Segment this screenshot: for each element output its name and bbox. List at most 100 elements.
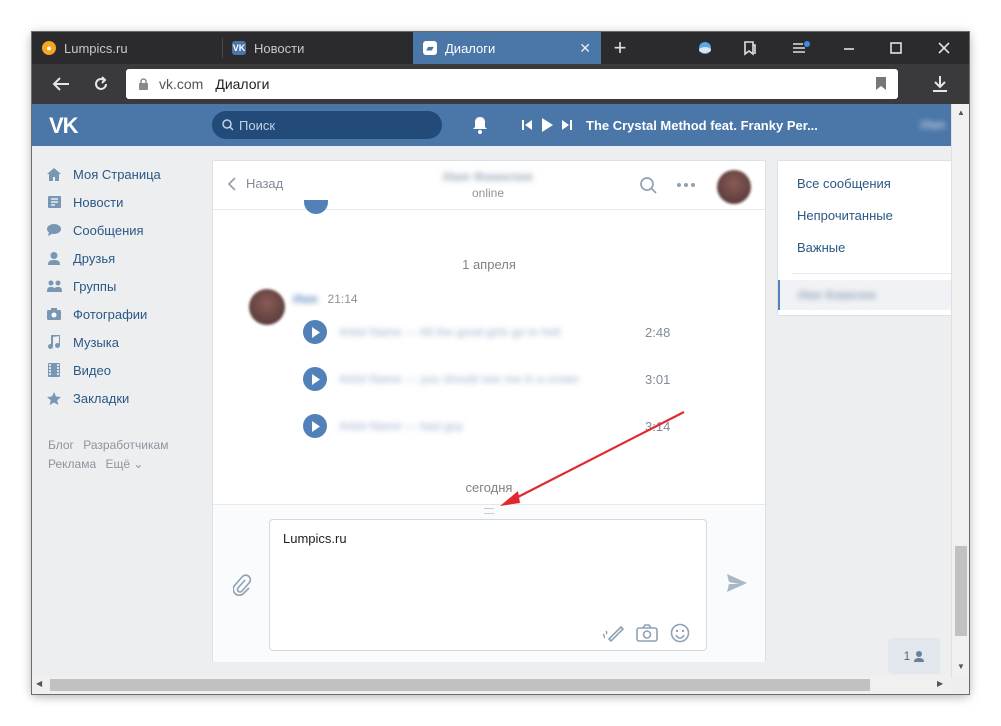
attach-paperclip-icon[interactable] bbox=[233, 574, 251, 596]
message-input-text: Lumpics.ru bbox=[283, 531, 347, 546]
play-icon[interactable] bbox=[542, 118, 553, 132]
dialog-panel: Назад Имя Фамилия online 1 апреля Имя 21… bbox=[212, 160, 766, 662]
more-options-icon[interactable] bbox=[677, 183, 695, 187]
track-duration: 2:48 bbox=[645, 324, 671, 340]
sidebar-item-video[interactable]: Видео bbox=[46, 356, 196, 384]
sidebar-item-label: Музыка bbox=[73, 334, 119, 350]
play-icon[interactable] bbox=[303, 414, 327, 438]
previous-track-icon[interactable] bbox=[522, 120, 532, 130]
reload-icon[interactable] bbox=[86, 68, 116, 100]
play-icon[interactable] bbox=[303, 320, 327, 344]
back-arrow-icon[interactable] bbox=[46, 68, 76, 100]
search-icon[interactable] bbox=[640, 177, 657, 194]
dialog-header: Назад Имя Фамилия online bbox=[213, 161, 765, 210]
sidebar-item-my-page[interactable]: Моя Страница bbox=[46, 160, 196, 188]
camera-icon[interactable] bbox=[636, 624, 658, 642]
graffiti-icon[interactable] bbox=[601, 622, 625, 642]
close-window-button[interactable] bbox=[929, 32, 959, 64]
browser-window: ● Lumpics.ru VK Новости ▰ Диалоги ✕ + vk… bbox=[32, 32, 969, 694]
scroll-up-arrow-icon[interactable]: ▲ bbox=[957, 108, 965, 117]
online-friends-button[interactable]: 1 bbox=[888, 638, 940, 674]
friends-icon bbox=[46, 250, 62, 266]
download-icon[interactable] bbox=[925, 68, 955, 100]
developers-link[interactable]: Разработчикам bbox=[83, 438, 168, 452]
now-playing-title[interactable]: The Crystal Method feat. Franky Per... bbox=[586, 118, 818, 133]
lock-icon bbox=[138, 77, 149, 91]
notifications-bell-icon[interactable] bbox=[471, 116, 489, 134]
tab-strip: ● Lumpics.ru VK Новости ▰ Диалоги ✕ + bbox=[32, 32, 969, 64]
sender-name[interactable]: Имя bbox=[293, 292, 318, 306]
vk-logo[interactable]: VK bbox=[49, 113, 79, 139]
next-track-icon[interactable] bbox=[562, 120, 572, 130]
bookmark-icon[interactable] bbox=[876, 77, 886, 90]
sidebar-item-bookmarks[interactable]: Закладки bbox=[46, 384, 196, 412]
menu-icon[interactable] bbox=[786, 32, 816, 64]
weather-icon[interactable] bbox=[690, 32, 720, 64]
close-tab-icon[interactable]: ✕ bbox=[579, 40, 591, 57]
filter-all-messages[interactable]: Все сообщения bbox=[778, 167, 952, 199]
play-icon[interactable] bbox=[303, 367, 327, 391]
chevron-left-icon bbox=[228, 176, 236, 191]
vk-favicon: VK bbox=[232, 41, 246, 55]
sidebar-item-groups[interactable]: Группы bbox=[46, 272, 196, 300]
sidebar-item-news[interactable]: Новости bbox=[46, 188, 196, 216]
audio-player: The Crystal Method feat. Franky Per... bbox=[522, 104, 818, 146]
track-title[interactable]: Artist Name — you should see me in a cro… bbox=[339, 372, 619, 386]
track-title[interactable]: Artist Name — All the good girls go to h… bbox=[339, 325, 619, 339]
play-button[interactable] bbox=[304, 200, 328, 214]
bookmarks-manager-icon[interactable] bbox=[735, 32, 765, 64]
contact-info[interactable]: Имя Фамилия online bbox=[413, 169, 563, 200]
sidebar-item-messages[interactable]: Сообщения bbox=[46, 216, 196, 244]
message-time: 21:14 bbox=[327, 292, 358, 306]
selected-dialog[interactable]: Имя Фамилия bbox=[778, 280, 952, 310]
audio-track[interactable]: Artist Name — you should see me in a cro… bbox=[303, 366, 670, 392]
send-arrow-icon[interactable] bbox=[727, 574, 747, 592]
more-link[interactable]: Ещё ⌄ bbox=[105, 457, 143, 471]
scroll-right-arrow-icon[interactable]: ▶ bbox=[937, 679, 943, 688]
track-title[interactable]: Artist Name — bad guy bbox=[339, 419, 499, 433]
video-icon bbox=[46, 362, 62, 378]
messages-icon bbox=[46, 222, 62, 238]
vertical-scrollbar[interactable]: ▲ ▼ bbox=[951, 104, 969, 678]
filter-important[interactable]: Важные bbox=[778, 231, 952, 263]
scroll-thumb[interactable] bbox=[955, 546, 967, 636]
maximize-button[interactable] bbox=[881, 32, 911, 64]
sender-avatar[interactable] bbox=[249, 289, 285, 325]
blog-link[interactable]: Блог bbox=[48, 438, 74, 452]
tab-lumpics[interactable]: ● Lumpics.ru bbox=[42, 32, 222, 64]
minimize-button[interactable] bbox=[834, 32, 864, 64]
lumpics-favicon: ● bbox=[42, 41, 56, 55]
ads-link[interactable]: Реклама bbox=[48, 457, 96, 471]
profile-name[interactable]: Имя bbox=[920, 117, 945, 132]
tab-label: Новости bbox=[254, 40, 305, 56]
sidebar-item-music[interactable]: Музыка bbox=[46, 328, 196, 356]
filter-unread[interactable]: Непрочитанные bbox=[778, 199, 952, 231]
scroll-left-arrow-icon[interactable]: ◀ bbox=[36, 679, 42, 688]
audio-track[interactable]: Artist Name — bad guy 3:14 bbox=[303, 413, 670, 439]
search-input[interactable]: Поиск bbox=[212, 111, 442, 139]
emoji-smile-icon[interactable] bbox=[670, 623, 690, 643]
contact-avatar[interactable] bbox=[717, 170, 751, 204]
resize-handle[interactable] bbox=[484, 508, 494, 514]
message-input[interactable]: Lumpics.ru bbox=[269, 519, 707, 651]
horizontal-scrollbar[interactable]: ◀ ▶ bbox=[32, 676, 951, 694]
address-bar[interactable]: vk.com Диалоги bbox=[126, 69, 898, 99]
back-button[interactable]: Назад bbox=[228, 176, 283, 191]
new-tab-button[interactable]: + bbox=[605, 32, 635, 64]
scroll-thumb[interactable] bbox=[50, 679, 870, 691]
sidebar-item-photos[interactable]: Фотографии bbox=[46, 300, 196, 328]
audio-track[interactable]: Artist Name — All the good girls go to h… bbox=[303, 319, 670, 345]
compose-area: Lumpics.ru bbox=[213, 504, 765, 662]
scroll-down-arrow-icon[interactable]: ▼ bbox=[957, 662, 965, 671]
tab-dialogs[interactable]: ▰ Диалоги ✕ bbox=[413, 32, 601, 64]
contact-name: Имя Фамилия bbox=[443, 169, 533, 184]
tab-divider bbox=[222, 38, 223, 58]
sidebar-item-label: Группы bbox=[73, 278, 117, 294]
selected-dialog-name: Имя Фамилия bbox=[798, 288, 876, 302]
sidebar-item-friends[interactable]: Друзья bbox=[46, 244, 196, 272]
sidebar-item-label: Новости bbox=[73, 194, 124, 210]
tab-news[interactable]: VK Новости bbox=[232, 32, 412, 64]
sidebar-item-label: Друзья bbox=[73, 250, 116, 266]
track-duration: 3:01 bbox=[645, 371, 671, 387]
home-icon bbox=[46, 166, 62, 182]
